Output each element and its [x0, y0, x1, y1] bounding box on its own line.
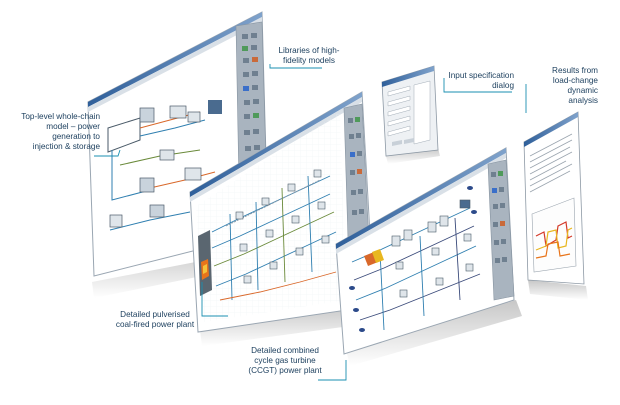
callout-line: injection & storage [32, 142, 100, 151]
callout-input-spec: Input specification dialog [430, 71, 514, 91]
callout-pulverised-coal: Detailed pulverised coal-fired power pla… [96, 310, 214, 330]
callout-line: analysis [568, 96, 598, 105]
callout-line: cycle gas turbine [254, 356, 316, 365]
callout-top-level-model: Top-level whole-chain model – power gene… [12, 112, 100, 152]
callout-line: fidelity models [283, 56, 335, 65]
callout-line: load-change [552, 76, 598, 85]
callout-libraries: Libraries of high- fidelity models [266, 46, 352, 66]
callout-ccgt: Detailed combined cycle gas turbine (CCG… [240, 346, 330, 376]
callout-results: Results from load-change dynamic analysi… [518, 66, 598, 106]
callout-line: dynamic [567, 86, 599, 95]
callout-line: Input specification [448, 71, 514, 80]
callout-line: Top-level whole-chain [21, 112, 100, 121]
callout-line: Detailed combined [251, 346, 319, 355]
callout-line: Libraries of high- [278, 46, 340, 55]
callout-line: Detailed pulverised [120, 310, 190, 319]
callout-line: dialog [492, 81, 514, 90]
boiler [198, 230, 212, 296]
callout-line: (CCGT) power plant [248, 366, 322, 375]
window-results [523, 111, 588, 300]
callout-line: Results from [552, 66, 598, 75]
callout-line: generation to [52, 132, 100, 141]
callout-line: model – power [46, 122, 100, 131]
callout-line: coal-fired power plant [115, 320, 195, 329]
